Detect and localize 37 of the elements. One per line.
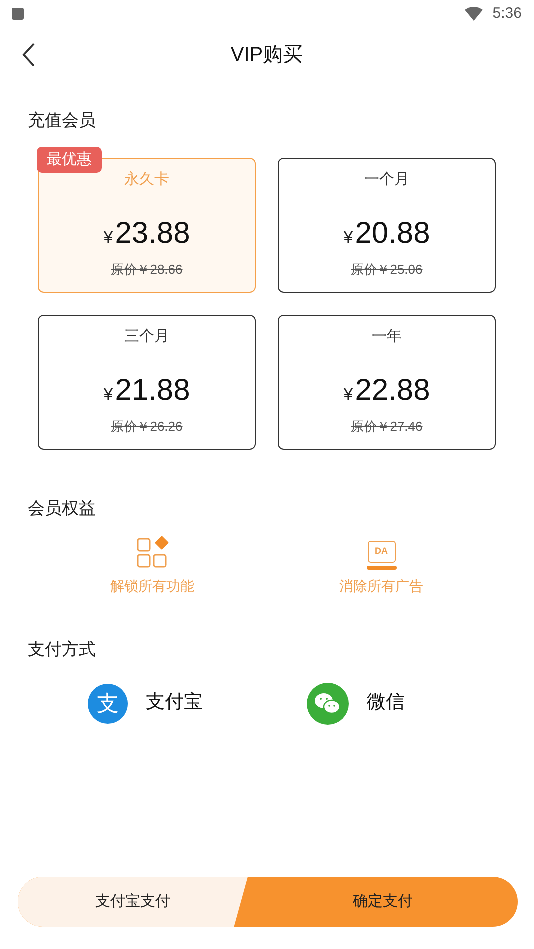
benefit-label: 消除所有广告 [340,577,424,596]
plan-name: 永久卡 [124,170,170,190]
section-title: 充值会员 [28,110,97,132]
chat-bubbles-icon [307,682,349,724]
plan-card[interactable]: 一个月 ¥20.88 原价￥25.06 [278,158,496,292]
grid-icon [136,536,170,570]
original-price: 原价￥27.46 [351,418,423,436]
plan-price: 20.88 [355,216,430,252]
benefit-label: 解锁所有功能 [110,577,194,596]
currency-symbol: ¥ [344,384,354,406]
status-time: 5:36 [492,4,522,24]
original-price: 原价￥28.66 [111,261,183,279]
currency-symbol: ¥ [344,227,354,249]
plan-card[interactable]: 三个月 ¥21.88 原价￥26.26 [38,314,256,450]
alipay-icon: 支 [88,684,128,724]
section-title: 会员权益 [28,498,97,520]
currency-symbol: ¥ [104,384,114,406]
confirm-pay-button[interactable]: 确定支付 [248,877,518,927]
wifi-icon [464,7,483,21]
back-icon[interactable] [22,43,36,67]
payment-method-label: 支付宝支付 [18,877,248,927]
plan-price: 22.88 [355,373,430,409]
currency-symbol: ¥ [104,227,114,249]
plan-price: 21.88 [115,373,190,409]
plan-name: 一个月 [364,170,410,190]
plan-price: 23.88 [115,216,190,252]
plan-card[interactable]: 一年 ¥22.88 原价￥27.46 [278,314,496,450]
payment-option[interactable]: 支 支付宝 [88,682,227,724]
original-price: 原价￥25.06 [351,261,423,279]
best-deal-badge: 最优惠 [37,146,102,173]
notification-icon [12,8,24,20]
payment-option[interactable]: 微信 [307,682,446,724]
page-title: VIP购买 [230,43,304,68]
section-title: 支付方式 [28,639,97,661]
original-price: 原价￥26.26 [111,418,183,436]
plan-name: 一年 [372,326,402,346]
plan-name: 三个月 [124,326,170,346]
